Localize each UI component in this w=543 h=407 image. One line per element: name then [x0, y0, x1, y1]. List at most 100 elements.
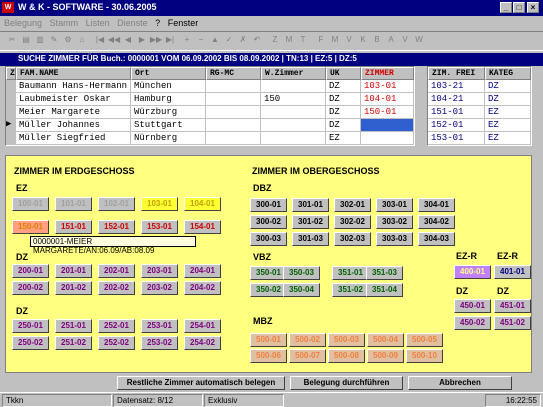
room-button-351-01[interactable]: 351-01: [332, 266, 369, 280]
toolbar-button-14[interactable]: ▲: [208, 34, 222, 48]
grid-cell-rg[interactable]: [206, 80, 261, 93]
free-room-cell[interactable]: DZ: [485, 93, 531, 106]
toolbar-button-15[interactable]: ✓: [222, 34, 236, 48]
toolbar-button-25[interactable]: B: [370, 34, 384, 48]
menu-dienste[interactable]: Dienste: [117, 18, 148, 28]
room-button-254-01[interactable]: 254-01: [184, 319, 221, 333]
grid-cell-wz[interactable]: 150: [261, 93, 326, 106]
grid-cell-rg[interactable]: [206, 93, 261, 106]
grid-cell-mark[interactable]: ▶: [6, 119, 16, 132]
room-button-500-06[interactable]: 500-06: [250, 349, 287, 363]
execute-booking-button[interactable]: Belegung durchführen: [290, 376, 403, 390]
grid-cell-name[interactable]: Müller Johannes: [16, 119, 131, 132]
room-button-450-02[interactable]: 450-02: [454, 316, 491, 330]
grid-cell-ort[interactable]: Hamburg: [131, 93, 206, 106]
room-button-351-03[interactable]: 351-03: [366, 266, 403, 280]
room-button-351-04[interactable]: 351-04: [366, 283, 403, 297]
room-button-151-01[interactable]: 151-01: [55, 220, 92, 234]
room-button-253-02[interactable]: 253-02: [141, 336, 178, 350]
room-button-252-02[interactable]: 252-02: [98, 336, 135, 350]
toolbar-button-21[interactable]: F: [314, 34, 328, 48]
room-button-500-08[interactable]: 500-08: [328, 349, 365, 363]
room-button-301-02[interactable]: 301-02: [292, 215, 329, 229]
room-button-250-01[interactable]: 250-01: [12, 319, 49, 333]
grid-cell-zim[interactable]: 103-01: [361, 80, 414, 93]
close-button[interactable]: ×: [527, 2, 539, 13]
room-button-154-01[interactable]: 154-01: [184, 220, 221, 234]
grid-cell-mark[interactable]: [6, 93, 16, 106]
grid-cell-wz[interactable]: [261, 80, 326, 93]
grid-cell-uk[interactable]: DZ: [326, 119, 361, 132]
room-button-251-01[interactable]: 251-01: [55, 319, 92, 333]
toolbar-button-26[interactable]: A: [384, 34, 398, 48]
grid-cell-wz[interactable]: [261, 132, 326, 145]
toolbar-button-2[interactable]: ▥: [33, 34, 47, 48]
toolbar-button-6[interactable]: |◀: [93, 34, 107, 48]
maximize-button[interactable]: □: [513, 2, 525, 13]
toolbar-button-27[interactable]: V: [398, 34, 412, 48]
room-button-102-01[interactable]: 102-01: [98, 197, 135, 211]
toolbar-button-10[interactable]: ▶▶: [149, 34, 163, 48]
grid-cell-ort[interactable]: München: [131, 80, 206, 93]
toolbar-button-20[interactable]: T: [296, 34, 310, 48]
room-button-451-01[interactable]: 451-01: [494, 299, 531, 313]
grid-cell-rg[interactable]: [206, 132, 261, 145]
room-button-150-01[interactable]: 150-01: [12, 220, 49, 234]
room-button-303-03[interactable]: 303-03: [376, 232, 413, 246]
room-button-500-10[interactable]: 500-10: [406, 349, 443, 363]
col-header-ort[interactable]: Ort: [131, 67, 206, 80]
room-button-500-04[interactable]: 500-04: [367, 333, 404, 347]
grid-cell-zim[interactable]: 150-01: [361, 106, 414, 119]
col-header-kateg[interactable]: KATEG: [485, 67, 531, 80]
grid-cell-mark[interactable]: [6, 80, 16, 93]
toolbar-button-17[interactable]: ↶: [250, 34, 264, 48]
grid-cell-zim[interactable]: 104-01: [361, 93, 414, 106]
toolbar-button-5[interactable]: ⌂: [75, 34, 89, 48]
room-button-301-01[interactable]: 301-01: [292, 198, 329, 212]
room-button-250-02[interactable]: 250-02: [12, 336, 49, 350]
room-button-204-01[interactable]: 204-01: [184, 264, 221, 278]
room-button-200-02[interactable]: 200-02: [12, 281, 49, 295]
toolbar-button-24[interactable]: K: [356, 34, 370, 48]
grid-cell-wz[interactable]: [261, 106, 326, 119]
room-button-202-02[interactable]: 202-02: [98, 281, 135, 295]
room-button-104-01[interactable]: 104-01: [184, 197, 221, 211]
room-button-253-01[interactable]: 253-01: [141, 319, 178, 333]
free-room-cell[interactable]: 103-21: [428, 80, 485, 93]
grid-cell-uk[interactable]: DZ: [326, 93, 361, 106]
room-button-204-02[interactable]: 204-02: [184, 281, 221, 295]
room-button-153-01[interactable]: 153-01: [141, 220, 178, 234]
room-button-254-02[interactable]: 254-02: [184, 336, 221, 350]
room-button-252-01[interactable]: 252-01: [98, 319, 135, 333]
grid-cell-uk[interactable]: DZ: [326, 106, 361, 119]
room-button-103-01[interactable]: 103-01: [141, 197, 178, 211]
room-button-152-01[interactable]: 152-01: [98, 220, 135, 234]
toolbar-button-4[interactable]: ⚙: [61, 34, 75, 48]
room-button-351-02[interactable]: 351-02: [332, 283, 369, 297]
grid-cell-name[interactable]: Laubmeister Oskar: [16, 93, 131, 106]
free-room-cell[interactable]: DZ: [485, 80, 531, 93]
toolbar-button-22[interactable]: M: [328, 34, 342, 48]
room-button-350-03[interactable]: 350-03: [283, 266, 320, 280]
toolbar-button-9[interactable]: ▶: [135, 34, 149, 48]
free-room-cell[interactable]: EZ: [485, 132, 531, 145]
toolbar-button-12[interactable]: +: [180, 34, 194, 48]
room-button-201-02[interactable]: 201-02: [55, 281, 92, 295]
room-button-350-02[interactable]: 350-02: [250, 283, 287, 297]
free-room-cell[interactable]: EZ: [485, 106, 531, 119]
room-button-201-01[interactable]: 201-01: [55, 264, 92, 278]
room-button-202-01[interactable]: 202-01: [98, 264, 135, 278]
toolbar-button-16[interactable]: ✗: [236, 34, 250, 48]
grid-cell-ort[interactable]: Nürnberg: [131, 132, 206, 145]
room-button-302-02[interactable]: 302-02: [334, 215, 371, 229]
grid-cell-rg[interactable]: [206, 106, 261, 119]
grid-cell-zim[interactable]: [361, 119, 414, 132]
col-header-zimmer[interactable]: ZIMMER: [361, 67, 414, 80]
free-room-cell[interactable]: 104-21: [428, 93, 485, 106]
toolbar-button-0[interactable]: ✂: [5, 34, 19, 48]
room-button-203-01[interactable]: 203-01: [141, 264, 178, 278]
col-header-zimfrei[interactable]: ZIM. FREI: [428, 67, 485, 80]
grid-cell-mark[interactable]: [6, 132, 16, 145]
room-button-304-01[interactable]: 304-01: [418, 198, 455, 212]
room-button-450-01[interactable]: 450-01: [454, 299, 491, 313]
